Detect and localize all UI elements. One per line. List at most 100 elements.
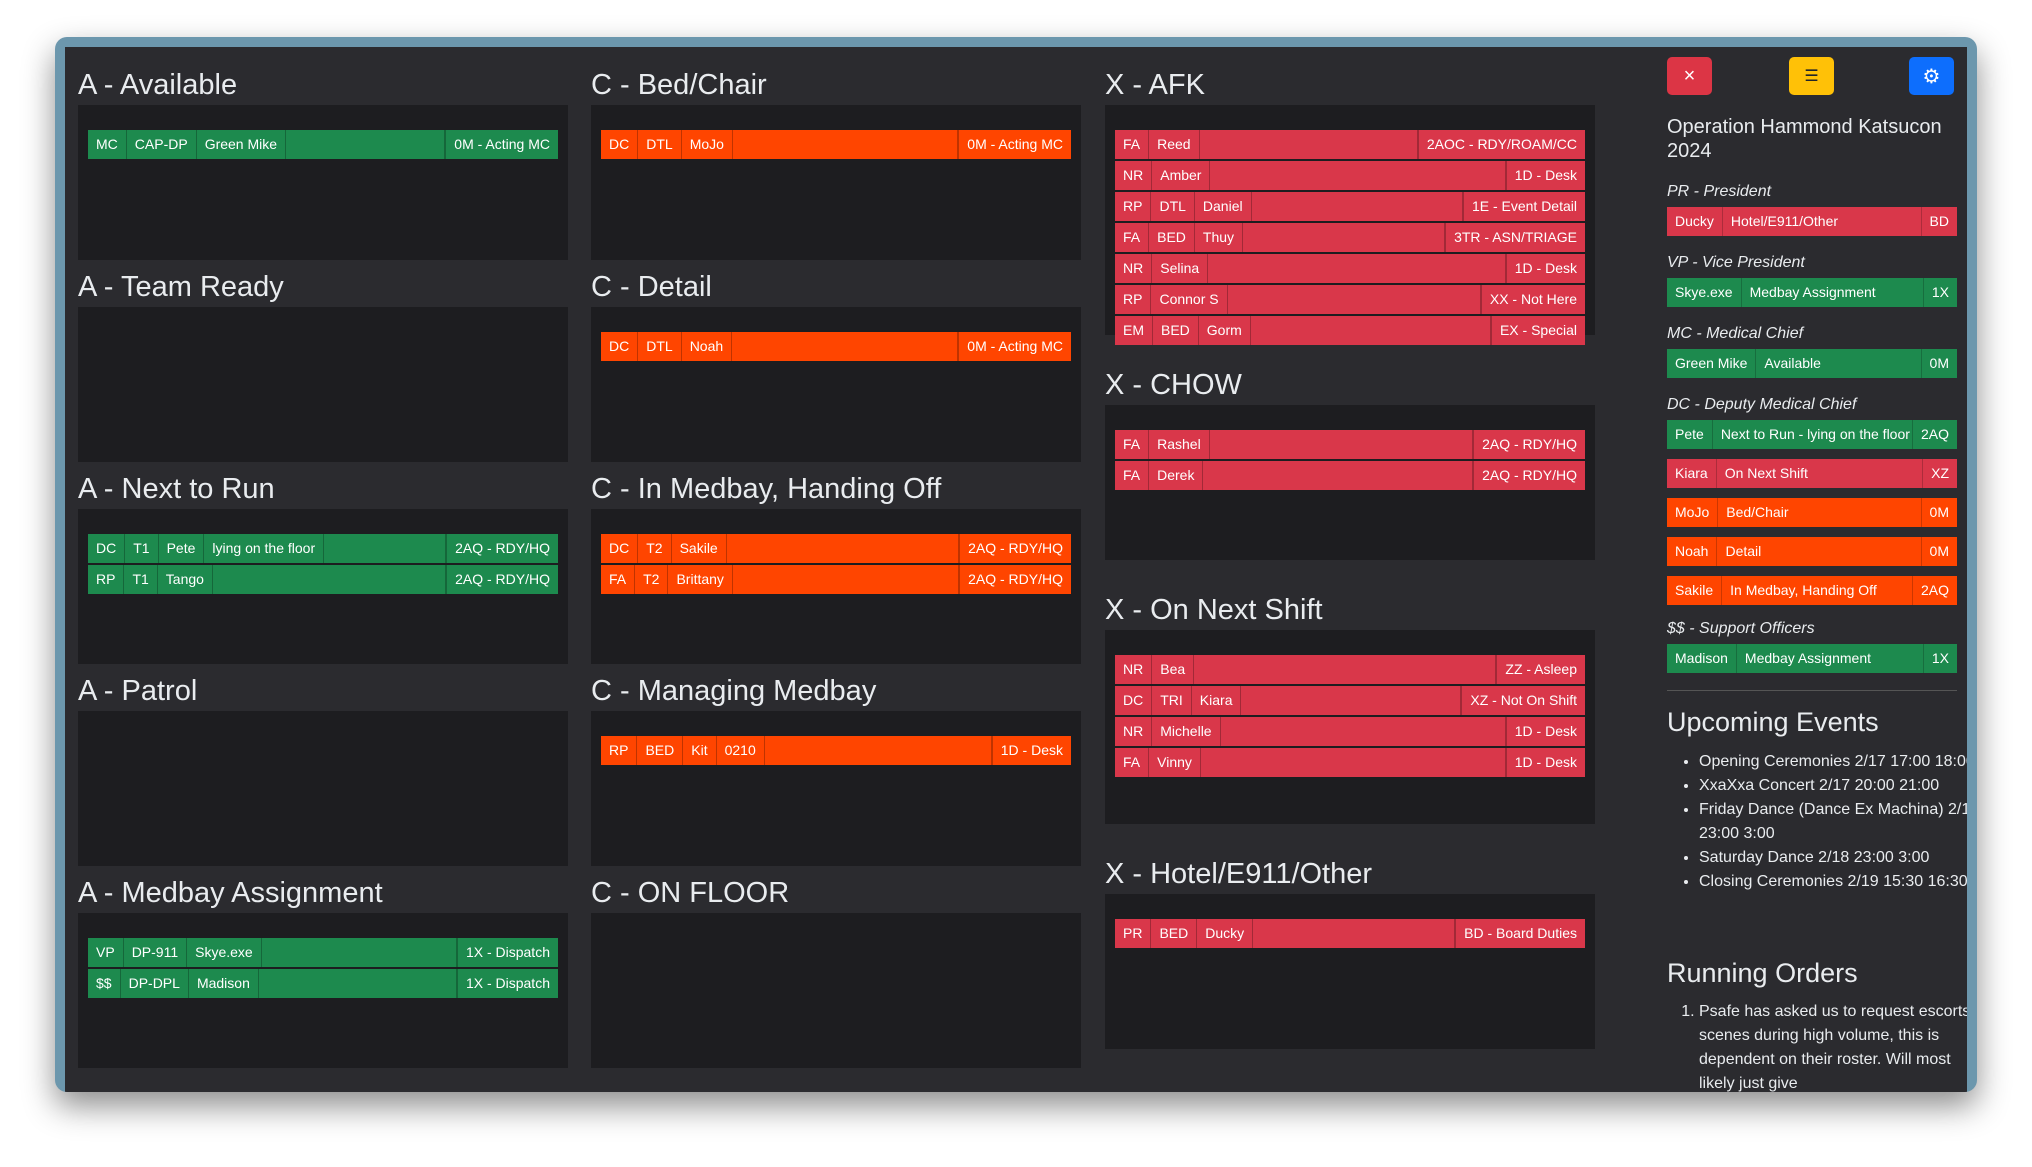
role-unit-code: 1X (1931, 284, 1949, 300)
unit-row[interactable]: RP DTL Daniel 1E - Event Detail (1115, 192, 1585, 221)
unit-row[interactable]: DC DTL MoJo 0M - Acting MC (601, 130, 1071, 159)
role-unit-name: MoJo (1667, 498, 1719, 527)
unit-status: BD - Board Duties (1455, 919, 1585, 948)
unit-spacer (727, 534, 960, 563)
board-screen: A - Available MC CAP-DP Green Mike 0M - Acti… (65, 47, 1967, 1092)
role-unit[interactable]: Skye.exe Medbay Assignment 1X (1667, 278, 1957, 307)
section-panel: DC DTL Noah 0M - Acting MC (591, 307, 1081, 462)
role-unit-code: BD (1929, 213, 1949, 229)
unit-cell: DTL (638, 332, 682, 361)
unit-row[interactable]: NR Michelle 1D - Desk (1115, 717, 1585, 746)
unit-spacer (1221, 717, 1506, 746)
unit-row[interactable]: DC DTL Noah 0M - Acting MC (601, 332, 1071, 361)
unit-cell: lying on the floor (204, 534, 325, 563)
unit-status: EX - Special (1490, 316, 1585, 345)
role-unit-status: Bed/Chair (1718, 498, 1922, 527)
unit-status: 0M - Acting MC (958, 130, 1071, 159)
unit-spacer (765, 736, 992, 765)
unit-row[interactable]: FA BED Thuy 3TR - ASN/TRIAGE (1115, 223, 1585, 252)
role-unit[interactable]: Noah Detail 0M (1667, 537, 1957, 566)
unit-spacer (1252, 192, 1463, 221)
unit-row[interactable]: FA Vinny 1D - Desk (1115, 748, 1585, 777)
unit-row[interactable]: NR Selina 1D - Desk (1115, 254, 1585, 283)
role-unit-status: Medbay Assignment (1737, 644, 1924, 673)
event-item: Opening Ceremonies 2/17 17:00 18:00 (1699, 750, 1967, 774)
list-icon: ☰ (1804, 68, 1819, 85)
role-unit[interactable]: Ducky Hotel/E911/Other BD (1667, 207, 1957, 236)
unit-cell: Ducky (1197, 919, 1254, 948)
section-title: A - Available (78, 69, 238, 101)
unit-list: PR BED Ducky BD - Board Duties (1115, 919, 1585, 950)
settings-button[interactable]: ⚙ (1909, 57, 1954, 95)
unit-cell: BED (637, 736, 684, 765)
list-button[interactable]: ☰ (1789, 57, 1834, 95)
unit-cell: DP-911 (124, 938, 188, 967)
unit-cell: Kiara (1192, 686, 1242, 715)
unit-row[interactable]: DC TRI Kiara XZ - Not On Shift (1115, 686, 1585, 715)
section-title: C - Detail (591, 271, 712, 303)
unit-row[interactable]: FA Rashel 2AQ - RDY/HQ (1115, 430, 1585, 459)
unit-cell: DTL (638, 130, 682, 159)
unit-cell: Thuy (1195, 223, 1244, 252)
section-title: C - Managing Medbay (591, 675, 877, 707)
events-list: Opening Ceremonies 2/17 17:00 18:00XxaXx… (1667, 750, 1967, 894)
unit-status: 1E - Event Detail (1462, 192, 1585, 221)
unit-spacer (1241, 686, 1462, 715)
unit-cell: Tango (158, 565, 213, 594)
unit-cell: T2 (638, 534, 672, 563)
unit-spacer (733, 565, 960, 594)
role-unit[interactable]: Kiara On Next Shift XZ (1667, 459, 1957, 488)
role-unit-status: On Next Shift (1717, 459, 1924, 488)
unit-cell: RP (1115, 192, 1152, 221)
unit-row[interactable]: DC T1 Pete lying on the floor 2AQ - RDY/HQ (88, 534, 558, 563)
event-item: Friday Dance (Dance Ex Machina) 2/17 23:… (1699, 798, 1967, 846)
unit-list: MC CAP-DP Green Mike 0M - Acting MC (88, 130, 558, 161)
role-unit-code: 0M (1929, 504, 1949, 520)
orders-list: Psafe has asked us to request escorts to… (1667, 1000, 1967, 1092)
unit-status: 0M - Acting MC (445, 130, 558, 159)
unit-row[interactable]: RP Connor S XX - Not Here (1115, 285, 1585, 314)
unit-row[interactable]: VP DP-911 Skye.exe 1X - Dispatch (88, 938, 558, 967)
role-unit-name: Kiara (1667, 459, 1717, 488)
unit-row[interactable]: NR Bea ZZ - Asleep (1115, 655, 1585, 684)
unit-cell: CAP-DP (127, 130, 197, 159)
unit-status: 2AQ - RDY/HQ (1473, 461, 1585, 490)
unit-row[interactable]: $$ DP-DPL Madison 1X - Dispatch (88, 969, 558, 998)
unit-cell: DC (601, 332, 639, 361)
section-title: X - AFK (1105, 69, 1205, 101)
unit-row[interactable]: RP T1 Tango 2AQ - RDY/HQ (88, 565, 558, 594)
unit-row[interactable]: FA Reed 2AOC - RDY/ROAM/CC (1115, 130, 1585, 159)
unit-row[interactable]: FA Derek 2AQ - RDY/HQ (1115, 461, 1585, 490)
unit-cell: BED (1151, 919, 1198, 948)
role-unit[interactable]: MoJo Bed/Chair 0M (1667, 498, 1957, 527)
unit-row[interactable]: DC T2 Sakile 2AQ - RDY/HQ (601, 534, 1071, 563)
role-unit[interactable]: Green Mike Available 0M (1667, 349, 1957, 378)
role-unit[interactable]: Madison Medbay Assignment 1X (1667, 644, 1957, 673)
unit-row[interactable]: MC CAP-DP Green Mike 0M - Acting MC (88, 130, 558, 159)
close-button[interactable]: × (1667, 57, 1712, 95)
unit-row[interactable]: EM BED Gorm EX - Special (1115, 316, 1585, 345)
order-item: Psafe has asked us to request escorts to… (1699, 1000, 1967, 1092)
unit-row[interactable]: NR Amber 1D - Desk (1115, 161, 1585, 190)
unit-cell: RP (1115, 285, 1152, 314)
unit-cell: Bea (1152, 655, 1195, 684)
unit-cell: $$ (88, 969, 121, 998)
unit-cell: Selina (1152, 254, 1209, 283)
unit-spacer (286, 130, 446, 159)
role-unit-code: 0M (1929, 355, 1949, 371)
unit-status: 2AOC - RDY/ROAM/CC (1417, 130, 1585, 159)
role-unit-name: Green Mike (1667, 349, 1757, 378)
unit-cell: TRI (1152, 686, 1192, 715)
unit-cell: Michelle (1152, 717, 1221, 746)
role-unit-name: Pete (1667, 420, 1713, 449)
unit-row[interactable]: PR BED Ducky BD - Board Duties (1115, 919, 1585, 948)
unit-spacer (1210, 430, 1474, 459)
role-unit[interactable]: Sakile In Medbay, Handing Off 2AQ (1667, 576, 1957, 605)
section-title: C - In Medbay, Handing Off (591, 473, 942, 505)
unit-row[interactable]: RP BED Kit 0210 1D - Desk (601, 736, 1071, 765)
role-unit-name: Madison (1667, 644, 1737, 673)
role-unit[interactable]: Pete Next to Run - lying on the floor 2AQ (1667, 420, 1957, 449)
section-panel: MC CAP-DP Green Mike 0M - Acting MC (78, 105, 568, 260)
role-unit-code: 0M (1929, 543, 1949, 559)
unit-row[interactable]: FA T2 Brittany 2AQ - RDY/HQ (601, 565, 1071, 594)
